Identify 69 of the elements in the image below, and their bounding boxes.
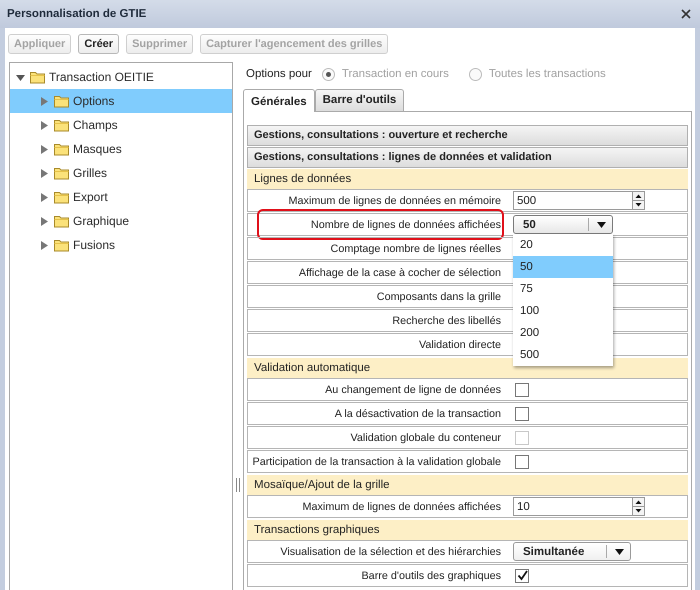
tree-item[interactable]: Grilles	[10, 161, 232, 185]
checkbox[interactable]	[515, 406, 529, 420]
dropdown-option[interactable]: 75	[513, 278, 613, 300]
group-header: Mosaïque/Ajout de la grille	[247, 475, 688, 495]
tab[interactable]: Barre d'outils	[314, 89, 404, 111]
tree-item[interactable]: Champs	[10, 113, 232, 137]
dropdown-arrow-icon	[597, 222, 606, 228]
tree-item-label: Fusions	[73, 238, 116, 252]
splitter-grip-icon	[236, 478, 240, 492]
spinner-arrows-icon	[632, 497, 645, 516]
tree-item-label: Masques	[73, 142, 122, 156]
number-field[interactable]: 500	[513, 191, 645, 210]
folder-icon	[54, 238, 69, 252]
number-field[interactable]: 10	[513, 497, 645, 516]
dropdown-option[interactable]: 50	[513, 256, 613, 278]
setting-label: Comptage nombre de lignes réelles	[330, 242, 501, 254]
tab[interactable]: Générales	[243, 89, 315, 112]
setting-label: Validation globale du conteneur	[350, 432, 501, 444]
dropdown[interactable]: 50	[513, 215, 613, 234]
group-header: Validation automatique	[247, 358, 688, 378]
folder-icon	[54, 142, 69, 156]
dropdown-arrow-icon	[615, 548, 624, 554]
setting-label: Barre d'outils des graphiques	[361, 570, 501, 582]
tree-item[interactable]: Transaction OEITIE	[10, 65, 232, 89]
group-header: Transactions graphiques	[247, 520, 688, 540]
tree-item[interactable]: Fusions	[10, 233, 232, 257]
setting-label: Validation directe	[418, 338, 501, 350]
folder-icon	[54, 166, 69, 180]
tree-item[interactable]: Masques	[10, 137, 232, 161]
folder-icon	[54, 214, 69, 228]
options-label: Options pour	[246, 68, 312, 80]
setting-label: Recherche des libellés	[392, 314, 501, 326]
setting-label: Participation de la transaction à la validation globale	[252, 456, 501, 468]
tree-item-label: Champs	[73, 118, 118, 132]
window-title: Personnalisation de GTIE	[7, 8, 146, 20]
group-header: Lignes de données	[247, 169, 688, 189]
tree-item-label: Transaction OEITIE	[49, 70, 154, 84]
dropdown[interactable]: Simultanée	[513, 542, 632, 561]
setting-label: Composants dans la grille	[376, 290, 501, 302]
spinner-arrows-icon	[632, 191, 645, 210]
folder-icon	[54, 118, 69, 132]
dropdown-option[interactable]: 20	[513, 234, 613, 256]
tree-item-label: Options	[73, 94, 114, 108]
tree-item-label: Graphique	[73, 214, 130, 228]
dropdown-option[interactable]: 200	[513, 322, 613, 344]
close-icon	[681, 9, 691, 19]
folder-icon	[54, 94, 69, 108]
setting-label: Visualisation de la sélection et des hiérarchies	[280, 546, 501, 558]
dropdown-option[interactable]: 100	[513, 300, 613, 322]
section-header[interactable]: Gestions, consultations : lignes de données et validation	[247, 147, 688, 168]
setting-label: Maximum de lignes de données en mémoire	[288, 194, 501, 206]
setting-label: Affichage de la case à cocher de sélection	[298, 266, 501, 278]
tree-item[interactable]: Graphique	[10, 209, 232, 233]
checkbox[interactable]	[515, 382, 529, 396]
folder-icon	[30, 70, 45, 84]
tree-item-label: Export	[73, 190, 108, 204]
folder-icon	[54, 190, 69, 204]
toolbar-button[interactable]: Créer	[78, 34, 120, 54]
setting-label: Nombre de lignes de données affichées	[310, 218, 501, 230]
setting-label: Maximum de lignes de données affichées	[302, 500, 501, 512]
tree-item[interactable]: Export	[10, 185, 232, 209]
checkmark-icon	[516, 570, 528, 581]
tree-item[interactable]: Options	[10, 89, 232, 113]
checkbox[interactable]	[515, 454, 529, 468]
section-header[interactable]: Gestions, consultations : ouverture et recherche	[247, 125, 688, 146]
setting-label: Au changement de ligne de données	[325, 384, 501, 396]
checkbox[interactable]	[515, 568, 529, 582]
tree-item-label: Grilles	[73, 166, 108, 180]
setting-label: A la désactivation de la transaction	[334, 408, 501, 420]
